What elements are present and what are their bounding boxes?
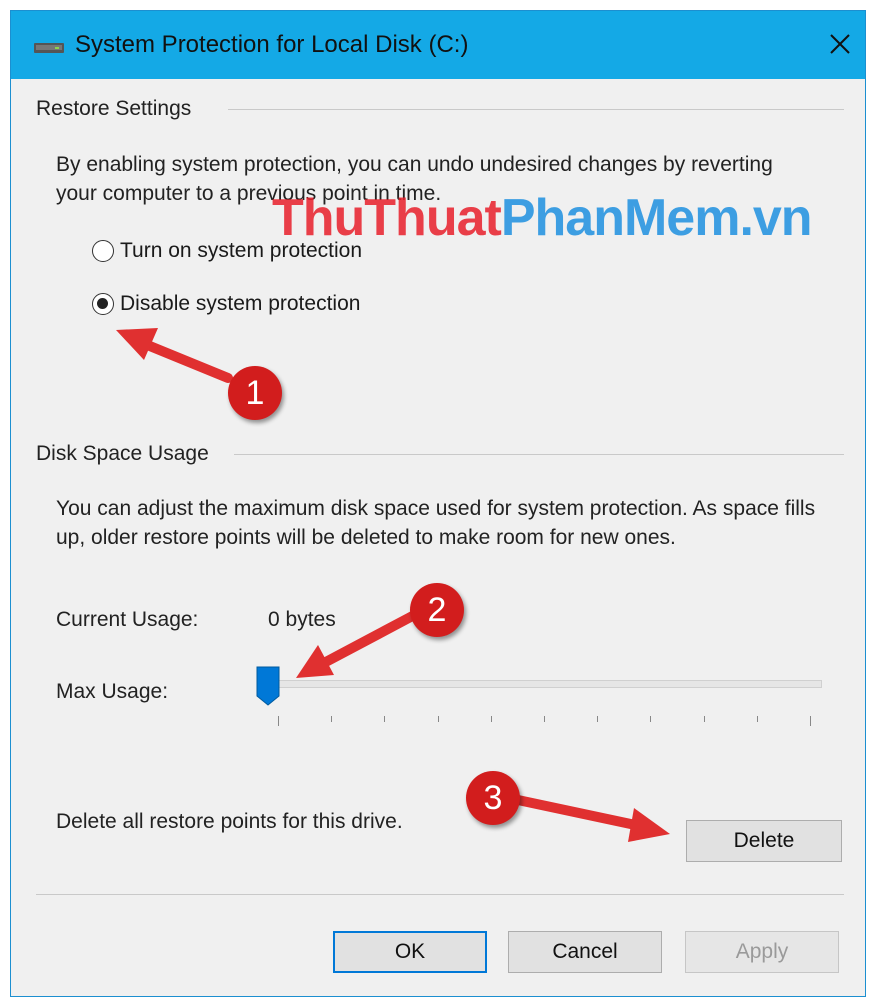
- radio-label-disable: Disable system protection: [120, 292, 361, 315]
- annotation-badge-1: 1: [228, 366, 282, 420]
- annotation-badge-3: 3: [466, 771, 520, 825]
- watermark-part2: PhanMem: [500, 189, 741, 247]
- title-bar: System Protection for Local Disk (C:): [11, 11, 865, 79]
- slider-tick: [384, 716, 386, 722]
- delete-button[interactable]: Delete: [686, 820, 842, 862]
- restore-settings-divider: [228, 109, 844, 110]
- slider-tick: [703, 716, 705, 722]
- current-usage-label: Current Usage:: [56, 608, 199, 631]
- watermark-part3: .vn: [739, 189, 812, 247]
- disk-space-heading: Disk Space Usage: [36, 442, 209, 465]
- slider-tick: [278, 716, 279, 726]
- slider-tick: [756, 716, 758, 722]
- drive-icon: [34, 43, 64, 53]
- window-title: System Protection for Local Disk (C:): [75, 31, 469, 58]
- radio-button-checked[interactable]: [92, 293, 114, 315]
- watermark-part1: ThuThuat: [272, 189, 502, 247]
- max-usage-slider-thumb[interactable]: [256, 666, 280, 706]
- slider-tick: [490, 716, 492, 722]
- close-icon[interactable]: [825, 29, 855, 59]
- slider-tick: [437, 716, 439, 722]
- radio-disable-protection[interactable]: Disable system protection: [92, 292, 360, 316]
- slider-tick: [650, 716, 652, 722]
- annotation-badge-2: 2: [410, 583, 464, 637]
- max-usage-label: Max Usage:: [56, 680, 169, 703]
- slider-tick: [544, 716, 545, 722]
- slider-tick: [597, 716, 599, 722]
- cancel-button[interactable]: Cancel: [508, 931, 662, 973]
- apply-button: Apply: [685, 931, 839, 973]
- footer-divider: [36, 894, 844, 895]
- restore-settings-heading: Restore Settings: [36, 97, 192, 120]
- disk-space-description: You can adjust the maximum disk space us…: [56, 497, 816, 549]
- watermark-logo: ThuThuatPhanMem.vn: [272, 188, 813, 248]
- slider-tick: [810, 716, 811, 726]
- ok-button[interactable]: OK: [333, 931, 487, 973]
- current-usage-value: 0 bytes: [268, 608, 336, 631]
- radio-button-unchecked[interactable]: [92, 240, 114, 262]
- max-usage-slider-track[interactable]: [264, 680, 822, 688]
- delete-description: Delete all restore points for this drive…: [56, 810, 403, 833]
- disk-space-divider: [234, 454, 844, 455]
- slider-tick: [331, 716, 333, 722]
